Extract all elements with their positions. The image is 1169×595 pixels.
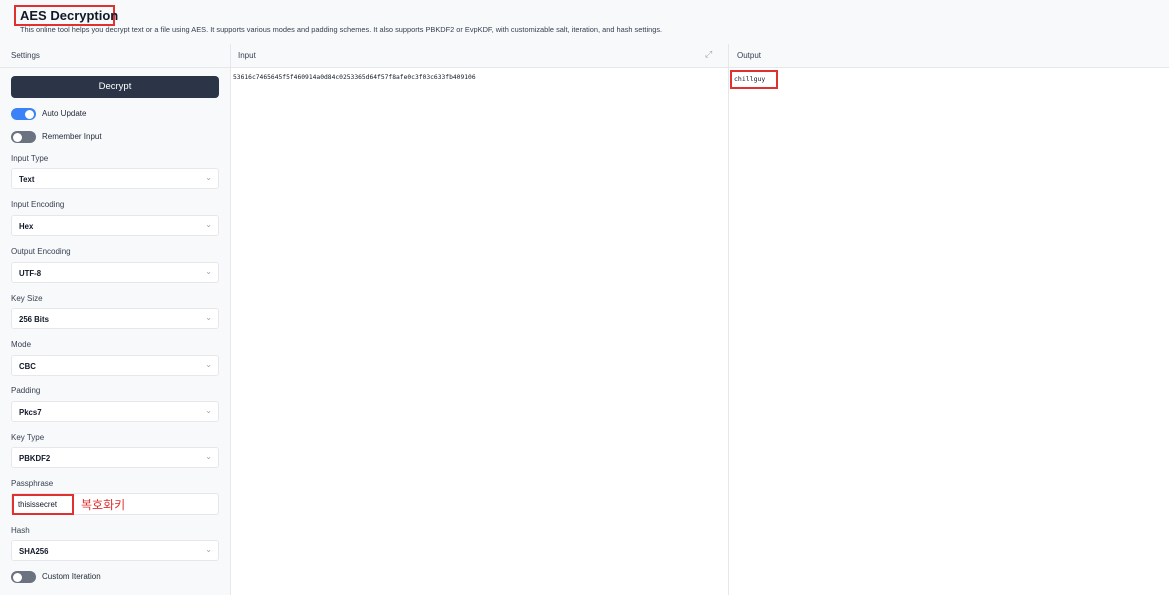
padding-label: Padding bbox=[11, 386, 41, 395]
chevron-down-icon: ⌄ bbox=[205, 406, 212, 415]
settings-divider bbox=[230, 44, 231, 595]
passphrase-value: thisissecret bbox=[18, 500, 57, 509]
hash-label: Hash bbox=[11, 526, 30, 535]
input-heading: Input bbox=[238, 51, 256, 60]
passphrase-label: Passphrase bbox=[11, 479, 54, 488]
expand-icon[interactable]: ⤢ bbox=[705, 49, 712, 60]
chevron-down-icon: ⌄ bbox=[205, 452, 212, 461]
page-title: AES Decryption bbox=[20, 8, 119, 23]
toggle-knob bbox=[13, 132, 22, 142]
settings-column-header: Settings bbox=[0, 44, 230, 68]
custom-iteration-toggle[interactable] bbox=[11, 571, 36, 583]
page-header: AES Decryption This online tool helps yo… bbox=[0, 0, 1169, 44]
mode-select[interactable]: CBC ⌄ bbox=[11, 355, 219, 376]
auto-update-label: Auto Update bbox=[42, 109, 87, 118]
input-encoding-label: Input Encoding bbox=[11, 200, 65, 209]
remember-input-label: Remember Input bbox=[42, 132, 102, 141]
input-encoding-select[interactable]: Hex ⌄ bbox=[11, 215, 219, 236]
passphrase-annotation: 복호화키 bbox=[81, 498, 126, 512]
settings-panel: Decrypt Auto Update Remember Input Input… bbox=[0, 68, 230, 595]
page-subtitle: This online tool helps you decrypt text … bbox=[20, 25, 663, 34]
output-column-header: Output bbox=[728, 44, 1169, 68]
key-size-value: 256 Bits bbox=[19, 315, 49, 324]
toggle-knob bbox=[13, 572, 22, 582]
key-type-value: PBKDF2 bbox=[19, 454, 51, 463]
chevron-down-icon: ⌄ bbox=[205, 173, 212, 182]
input-encoding-value: Hex bbox=[19, 222, 34, 231]
input-type-label: Input Type bbox=[11, 154, 49, 163]
chevron-down-icon: ⌄ bbox=[205, 220, 212, 229]
input-type-value: Text bbox=[19, 175, 35, 184]
decrypt-button[interactable]: Decrypt bbox=[11, 76, 219, 98]
output-text: chillguy bbox=[734, 75, 766, 83]
key-type-label: Key Type bbox=[11, 433, 45, 442]
input-textarea[interactable]: 53616c7465645f5f460914a0d84c0253365d64f5… bbox=[233, 74, 476, 81]
chevron-down-icon: ⌄ bbox=[205, 267, 212, 276]
input-column-header: Input bbox=[230, 44, 728, 68]
output-encoding-label: Output Encoding bbox=[11, 247, 71, 256]
custom-iteration-label: Custom Iteration bbox=[42, 572, 101, 581]
output-divider bbox=[728, 44, 729, 595]
input-type-select[interactable]: Text ⌄ bbox=[11, 168, 219, 189]
settings-heading: Settings bbox=[11, 51, 40, 60]
key-size-select[interactable]: 256 Bits ⌄ bbox=[11, 308, 219, 329]
toggle-knob bbox=[25, 109, 34, 119]
mode-value: CBC bbox=[19, 362, 36, 371]
hash-select[interactable]: SHA256 ⌄ bbox=[11, 540, 219, 561]
output-encoding-select[interactable]: UTF-8 ⌄ bbox=[11, 262, 219, 283]
key-size-label: Key Size bbox=[11, 294, 43, 303]
chevron-down-icon: ⌄ bbox=[205, 545, 212, 554]
output-encoding-value: UTF-8 bbox=[19, 269, 42, 278]
chevron-down-icon: ⌄ bbox=[205, 360, 212, 369]
padding-select[interactable]: Pkcs7 ⌄ bbox=[11, 401, 219, 422]
mode-label: Mode bbox=[11, 340, 32, 349]
hash-value: SHA256 bbox=[19, 547, 49, 556]
remember-input-toggle[interactable] bbox=[11, 131, 36, 143]
padding-value: Pkcs7 bbox=[19, 408, 42, 417]
output-heading: Output bbox=[737, 51, 762, 60]
key-type-select[interactable]: PBKDF2 ⌄ bbox=[11, 447, 219, 468]
chevron-down-icon: ⌄ bbox=[205, 313, 212, 322]
auto-update-toggle[interactable] bbox=[11, 108, 36, 120]
